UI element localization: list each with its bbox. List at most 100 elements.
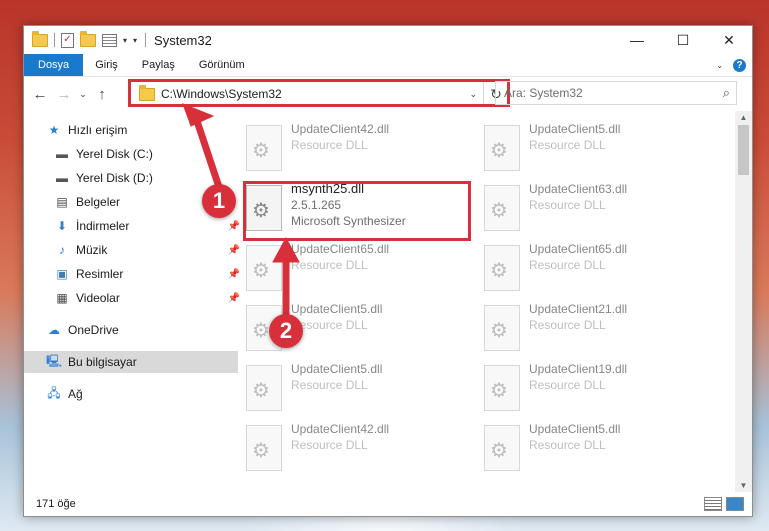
chevron-down-icon[interactable]: ▾ <box>123 36 127 45</box>
separator <box>145 33 147 47</box>
customize-toolbar-icon[interactable]: ▾ <box>133 36 137 45</box>
file-list: UpdateClient42.dllResource DLL msynth25.… <box>242 111 732 492</box>
file-name: UpdateClient65.dll <box>529 242 628 256</box>
recent-locations-icon[interactable]: ⌄ <box>76 89 90 100</box>
file-description: Resource DLL <box>291 438 368 452</box>
search-input[interactable]: Ara: System32 ⌕ <box>495 81 737 105</box>
folder-icon[interactable] <box>32 30 48 47</box>
main-body: ★ Hızlı erişim ▬ Yerel Disk (C:) ▬ Yerel… <box>24 111 752 492</box>
list-item[interactable]: UpdateClient63.dll Resource DLL <box>484 181 684 237</box>
sidebar-item-label: Müzik <box>76 243 108 257</box>
scrollbar-thumb[interactable] <box>738 125 749 175</box>
pin-icon[interactable]: 📌 <box>228 269 240 280</box>
tab-file[interactable]: Dosya <box>24 54 84 76</box>
drive-icon: ▬ <box>56 147 68 161</box>
file-description: Resource DLL <box>291 138 368 152</box>
up-arrow-icon[interactable]: ↑ <box>90 86 114 103</box>
new-folder-icon[interactable] <box>80 30 96 47</box>
vertical-scrollbar[interactable]: ▲ ▼ <box>735 111 752 492</box>
sidebar-item-local-disk-c[interactable]: ▬ Yerel Disk (C:) <box>24 143 246 165</box>
music-icon: ♪ <box>59 243 65 257</box>
dll-file-icon <box>484 425 520 471</box>
download-icon: ⬇ <box>56 219 68 233</box>
list-item[interactable]: UpdateClient5.dll Resource DLL <box>246 361 446 417</box>
file-name: UpdateClient5.dll <box>291 302 383 316</box>
view-properties-icon[interactable] <box>102 33 117 47</box>
tab-view[interactable]: Görünüm <box>187 54 257 76</box>
sidebar-item-quick-access[interactable]: ★ Hızlı erişim <box>24 119 238 141</box>
dll-file-icon <box>246 425 282 471</box>
details-view-icon[interactable] <box>704 497 722 511</box>
list-item[interactable]: UpdateClient21.dll Resource DLL <box>484 301 684 357</box>
tiles-view-icon[interactable] <box>726 497 744 511</box>
list-item[interactable]: UpdateClient5.dll Resource DLL <box>484 421 684 477</box>
sidebar-item-onedrive[interactable]: ☁ OneDrive <box>24 319 238 341</box>
file-description: Resource DLL <box>529 138 606 152</box>
file-name: UpdateClient21.dll <box>529 302 628 316</box>
view-toggle <box>704 497 752 511</box>
dll-file-icon <box>246 365 282 411</box>
tab-home[interactable]: Giriş <box>83 54 130 76</box>
maximize-button[interactable]: ☐ <box>660 26 706 54</box>
dll-file-icon <box>484 125 520 171</box>
minimize-button[interactable]: — <box>614 26 660 54</box>
sidebar-item-label: Bu bilgisayar <box>68 355 137 369</box>
sidebar-item-label: Hızlı erişim <box>68 123 128 137</box>
computer-icon: 🖳 <box>46 353 63 368</box>
title-bar: ✓ ▾ ▾ System32 — ☐ ✕ <box>24 26 752 54</box>
scroll-down-icon[interactable]: ▼ <box>735 481 752 490</box>
file-description: Resource DLL <box>529 438 606 452</box>
search-icon[interactable]: ⌕ <box>723 85 730 101</box>
help-icon[interactable]: ? <box>733 58 746 72</box>
sidebar-item-network[interactable]: 🖧 Ağ <box>24 383 238 405</box>
ribbon-right: ⌄ ? <box>716 54 752 76</box>
sidebar-item-label: Resimler <box>76 267 124 281</box>
expand-ribbon-icon[interactable]: ⌄ <box>716 61 723 70</box>
drive-icon: ▬ <box>56 171 68 185</box>
sidebar-item-label: İndirmeler <box>76 219 130 233</box>
file-name: UpdateClient5.dll <box>529 422 621 436</box>
document-icon: ▤ <box>56 195 68 209</box>
list-item[interactable]: UpdateClient65.dll Resource DLL <box>246 241 446 297</box>
file-description: Resource DLL <box>291 258 368 272</box>
sidebar-item-label: Videolar <box>76 291 120 305</box>
pin-icon[interactable]: 📌 <box>228 293 240 304</box>
video-icon: ▦ <box>56 291 68 305</box>
sidebar-item-this-pc[interactable]: 🖳 Bu bilgisayar <box>24 351 238 373</box>
address-highlight-box <box>128 79 510 107</box>
properties-check-icon[interactable]: ✓ <box>61 32 74 48</box>
list-item[interactable]: UpdateClient42.dll Resource DLL <box>246 121 446 177</box>
list-item[interactable]: UpdateClient5.dll Resource DLL <box>484 121 684 177</box>
sidebar-item-music[interactable]: ♪ Müzik 📌 <box>24 239 246 261</box>
network-icon: 🖧 <box>47 385 61 400</box>
sidebar-item-label: Ağ <box>68 387 83 401</box>
sidebar-item-pictures[interactable]: ▣ Resimler 📌 <box>24 263 246 285</box>
file-description: Resource DLL <box>291 318 368 332</box>
tab-share[interactable]: Paylaş <box>130 54 187 76</box>
sidebar-item-videos[interactable]: ▦ Videolar 📌 <box>24 287 246 309</box>
pin-icon[interactable]: 📌 <box>228 245 240 256</box>
explorer-window: ✓ ▾ ▾ System32 — ☐ ✕ Dosya Giriş Paylaş … <box>23 25 753 517</box>
dll-file-icon <box>484 245 520 291</box>
search-placeholder: Ara: System32 <box>504 86 583 100</box>
list-item[interactable]: UpdateClient19.dll Resource DLL <box>484 361 684 417</box>
sidebar-item-label: Belgeler <box>76 195 121 209</box>
list-item[interactable]: UpdateClient42.dll Resource DLL <box>246 421 446 477</box>
file-name: UpdateClient19.dll <box>529 362 628 376</box>
sidebar-item-downloads[interactable]: ⬇ İndirmeler 📌 <box>24 215 246 237</box>
navigation-bar: ← → ⌄ ↑ C:\Windows\System32 ⌄ ↻ Ara: Sys… <box>24 77 752 111</box>
star-icon: ★ <box>48 123 60 137</box>
dll-file-icon <box>246 125 282 171</box>
pin-icon[interactable]: 📌 <box>228 221 240 232</box>
window-controls: — ☐ ✕ <box>614 26 752 54</box>
dll-file-icon <box>484 185 520 231</box>
forward-arrow-icon[interactable]: → <box>52 86 76 103</box>
back-arrow-icon[interactable]: ← <box>28 86 52 103</box>
scroll-up-icon[interactable]: ▲ <box>735 113 752 122</box>
close-button[interactable]: ✕ <box>706 26 752 54</box>
dll-file-icon <box>484 365 520 411</box>
file-description: Resource DLL <box>529 258 606 272</box>
list-item[interactable]: UpdateClient65.dll Resource DLL <box>484 241 684 297</box>
status-bar: 171 öğe <box>24 492 752 516</box>
cloud-icon: ☁ <box>48 323 60 337</box>
